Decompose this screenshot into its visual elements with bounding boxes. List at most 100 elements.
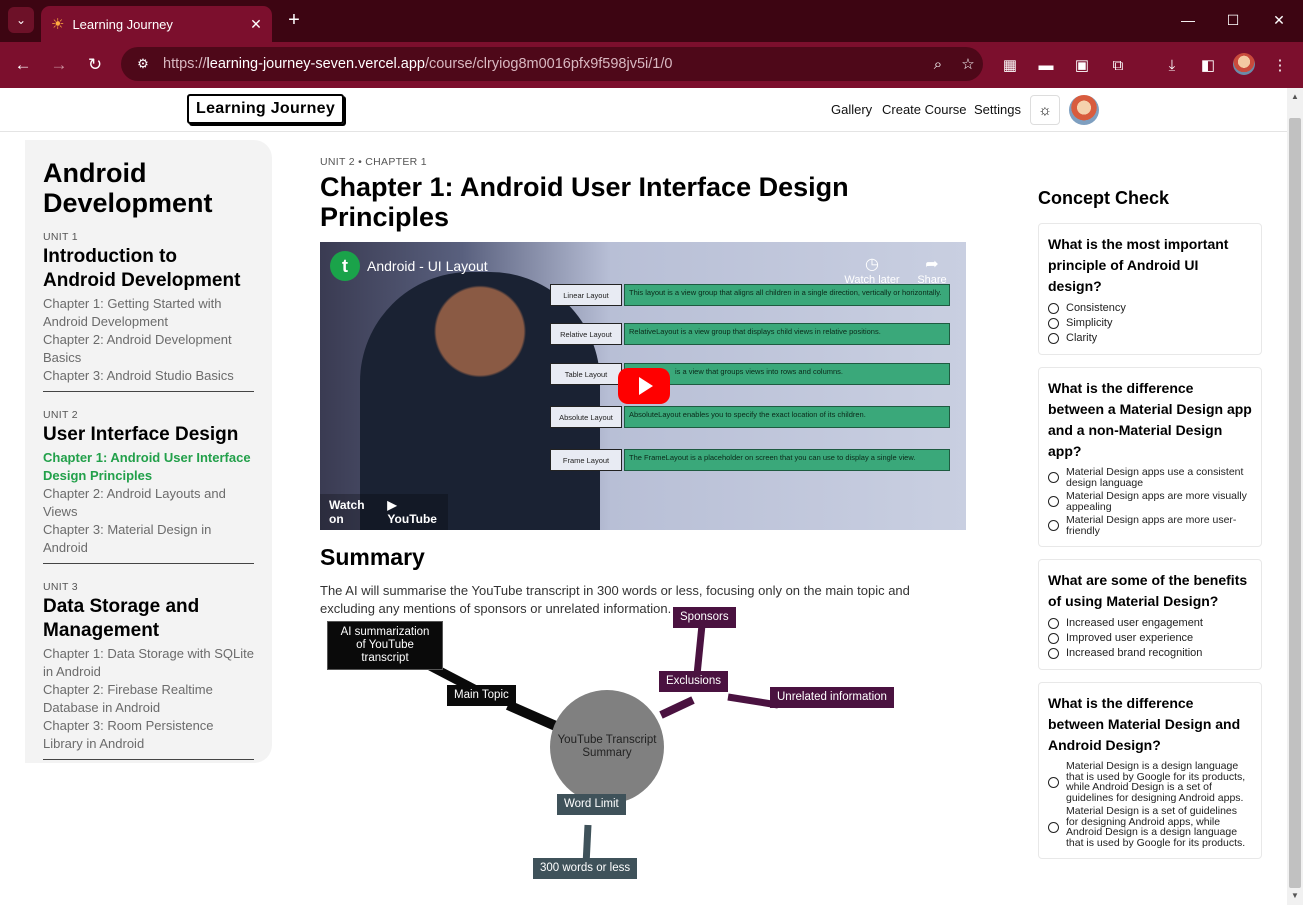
watch-later-button[interactable]: ◷ Watch later [844, 254, 900, 286]
profile-avatar[interactable] [1233, 53, 1255, 75]
chapter-link[interactable]: Chapter 1: Data Storage with SQLite in A… [43, 645, 254, 681]
radio-button[interactable] [1048, 317, 1059, 329]
scroll-down-icon[interactable]: ▼ [1291, 891, 1299, 900]
mindmap-node-word-count[interactable]: 300 words or less [533, 858, 638, 879]
radio-button[interactable] [1048, 302, 1059, 314]
mindmap-node-main-topic[interactable]: Main Topic [447, 685, 516, 706]
video-title[interactable]: Android - UI Layout [367, 258, 488, 274]
tab-close-icon[interactable]: ✕ [246, 16, 266, 33]
answer-option[interactable]: Increased brand recognition [1048, 647, 1252, 659]
youtube-video-player[interactable]: Linear Layout This layout is a view group… [320, 242, 966, 530]
tab-title: Learning Journey [72, 16, 173, 32]
chapter-link[interactable]: Chapter 1: Getting Started with Android … [43, 295, 254, 331]
answer-option[interactable]: Consistency [1048, 302, 1252, 314]
back-icon[interactable]: ← [10, 52, 36, 78]
layout-label: Table Layout [550, 363, 622, 385]
question-card: What are some of the benefits of using M… [1038, 559, 1262, 670]
chapter-link[interactable]: Chapter 3: Android Studio Basics [43, 367, 254, 385]
answer-option[interactable]: Improved user experience [1048, 632, 1252, 644]
radio-button[interactable] [1048, 647, 1059, 659]
answer-option[interactable]: Material Design apps are more visually a… [1048, 491, 1252, 512]
radio-button[interactable] [1048, 496, 1059, 507]
answer-option[interactable]: Clarity [1048, 332, 1252, 344]
question-text: What is the difference between a Materia… [1048, 380, 1252, 459]
page-scrollbar[interactable]: ▲ ▼ [1287, 88, 1303, 905]
chapter-link[interactable]: Chapter 2: Android Development Basics [43, 331, 254, 367]
nav-gallery-link[interactable]: Gallery [831, 102, 872, 117]
summary-text: The AI will summarise the YouTube transc… [320, 583, 910, 616]
url-text[interactable]: https://learning-journey-seven.vercel.ap… [163, 56, 923, 72]
share-button[interactable]: ➦ Share [912, 254, 952, 286]
layout-label: Relative Layout [550, 323, 622, 345]
radio-button[interactable] [1048, 472, 1059, 483]
concept-check-panel: Concept Check What is the most important… [1038, 188, 1262, 871]
site-logo[interactable]: Learning Journey [187, 94, 345, 124]
summary-heading: Summary [320, 544, 425, 570]
mindmap-node-ai-summary[interactable]: AI summarization of YouTube transcript [327, 621, 443, 670]
answer-option[interactable]: Material Design apps use a consistent de… [1048, 467, 1252, 488]
option-label: Increased brand recognition [1066, 647, 1203, 659]
chapter-link-active[interactable]: Chapter 1: Android User Interface Design… [43, 449, 254, 485]
chapter-link[interactable]: Chapter 2: Firebase Realtime Database in… [43, 681, 254, 717]
radio-button[interactable] [1048, 821, 1059, 833]
browser-tab[interactable]: ☀ Learning Journey ✕ [41, 6, 272, 42]
side-panel-icon[interactable]: ◧ [1195, 52, 1221, 78]
user-avatar[interactable] [1069, 95, 1099, 125]
answer-option[interactable]: Material Design apps are more user-frien… [1048, 515, 1252, 536]
bookmark-star-icon[interactable]: ☆ [953, 55, 983, 73]
download-icon[interactable]: ⤓ [1159, 52, 1185, 78]
close-window-button[interactable]: ✕ [1256, 0, 1302, 40]
course-sidebar: Android Development UNIT 1 Introduction … [25, 140, 272, 763]
chapter-main: UNIT 2 • CHAPTER 1 Chapter 1: Android Us… [320, 156, 980, 616]
radio-button[interactable] [1048, 520, 1059, 531]
web-page: Learning Journey Gallery Create Course S… [0, 88, 1287, 905]
unit-divider [43, 759, 254, 760]
radio-button[interactable] [1048, 632, 1059, 644]
mindmap-center-node[interactable]: YouTube Transcript Summary [550, 690, 664, 804]
minimize-button[interactable]: — [1165, 0, 1211, 40]
zoom-icon[interactable]: ⌕ [923, 56, 953, 73]
question-text: What is the most important principle of … [1048, 236, 1229, 294]
unit-title: Data Storage and Management [43, 596, 200, 641]
extensions-puzzle-icon[interactable]: ⧉ [1105, 52, 1131, 78]
radio-button[interactable] [1048, 332, 1059, 344]
mindmap-node-sponsors[interactable]: Sponsors [673, 607, 736, 628]
reload-icon[interactable]: ↻ [82, 52, 108, 78]
radio-button[interactable] [1048, 776, 1059, 788]
connector [659, 696, 695, 719]
extension-square-icon[interactable]: ▣ [1069, 52, 1095, 78]
watch-on-youtube-link[interactable]: Watch on ▶ YouTube [320, 494, 448, 530]
more-menu-icon[interactable]: ⋮ [1267, 52, 1293, 78]
chapter-link[interactable]: Chapter 3: Material Design in Android [43, 521, 254, 557]
channel-logo-icon[interactable]: t [330, 251, 360, 281]
nav-create-course-link[interactable]: Create Course [882, 102, 967, 117]
scroll-up-icon[interactable]: ▲ [1291, 92, 1299, 101]
maximize-button[interactable]: ☐ [1210, 0, 1256, 40]
site-info-icon[interactable]: ⚙ [129, 56, 157, 72]
new-tab-button[interactable]: + [282, 8, 306, 32]
play-button[interactable] [618, 368, 670, 404]
chapter-link[interactable]: Chapter 3: Room Persistence Library in A… [43, 717, 254, 753]
scrollbar-thumb[interactable] [1289, 118, 1301, 888]
answer-option[interactable]: Simplicity [1048, 317, 1252, 329]
youtube-logo: ▶ YouTube [387, 498, 437, 526]
chapter-link[interactable]: Chapter 2: Android Layouts and Views [43, 485, 254, 521]
answer-option[interactable]: Material Design is a set of guidelines f… [1048, 806, 1252, 848]
answer-option[interactable]: Material Design is a design language tha… [1048, 761, 1252, 803]
mindmap-node-unrelated[interactable]: Unrelated information [770, 687, 894, 708]
extension-translate-icon[interactable]: ▦ [997, 52, 1023, 78]
mindmap-node-word-limit[interactable]: Word Limit [557, 794, 626, 815]
theme-toggle-sun-icon[interactable]: ☼ [1030, 95, 1060, 125]
extension-icon[interactable]: ▬ [1033, 52, 1059, 78]
nav-settings-link[interactable]: Settings [974, 102, 1021, 117]
mindmap-node-exclusions[interactable]: Exclusions [659, 671, 728, 692]
forward-icon[interactable]: → [46, 52, 72, 78]
option-label: Clarity [1066, 332, 1098, 344]
answer-option[interactable]: Increased user engagement [1048, 617, 1252, 629]
radio-button[interactable] [1048, 617, 1059, 629]
option-label: Material Design is a set of guidelines f… [1066, 805, 1246, 849]
tab-search-button[interactable]: ⌄ [8, 7, 34, 33]
watch-on-label: Watch on [329, 498, 365, 526]
question-card: What is the difference between a Materia… [1038, 367, 1262, 547]
address-bar[interactable]: ⚙ https://learning-journey-seven.vercel.… [121, 47, 983, 81]
